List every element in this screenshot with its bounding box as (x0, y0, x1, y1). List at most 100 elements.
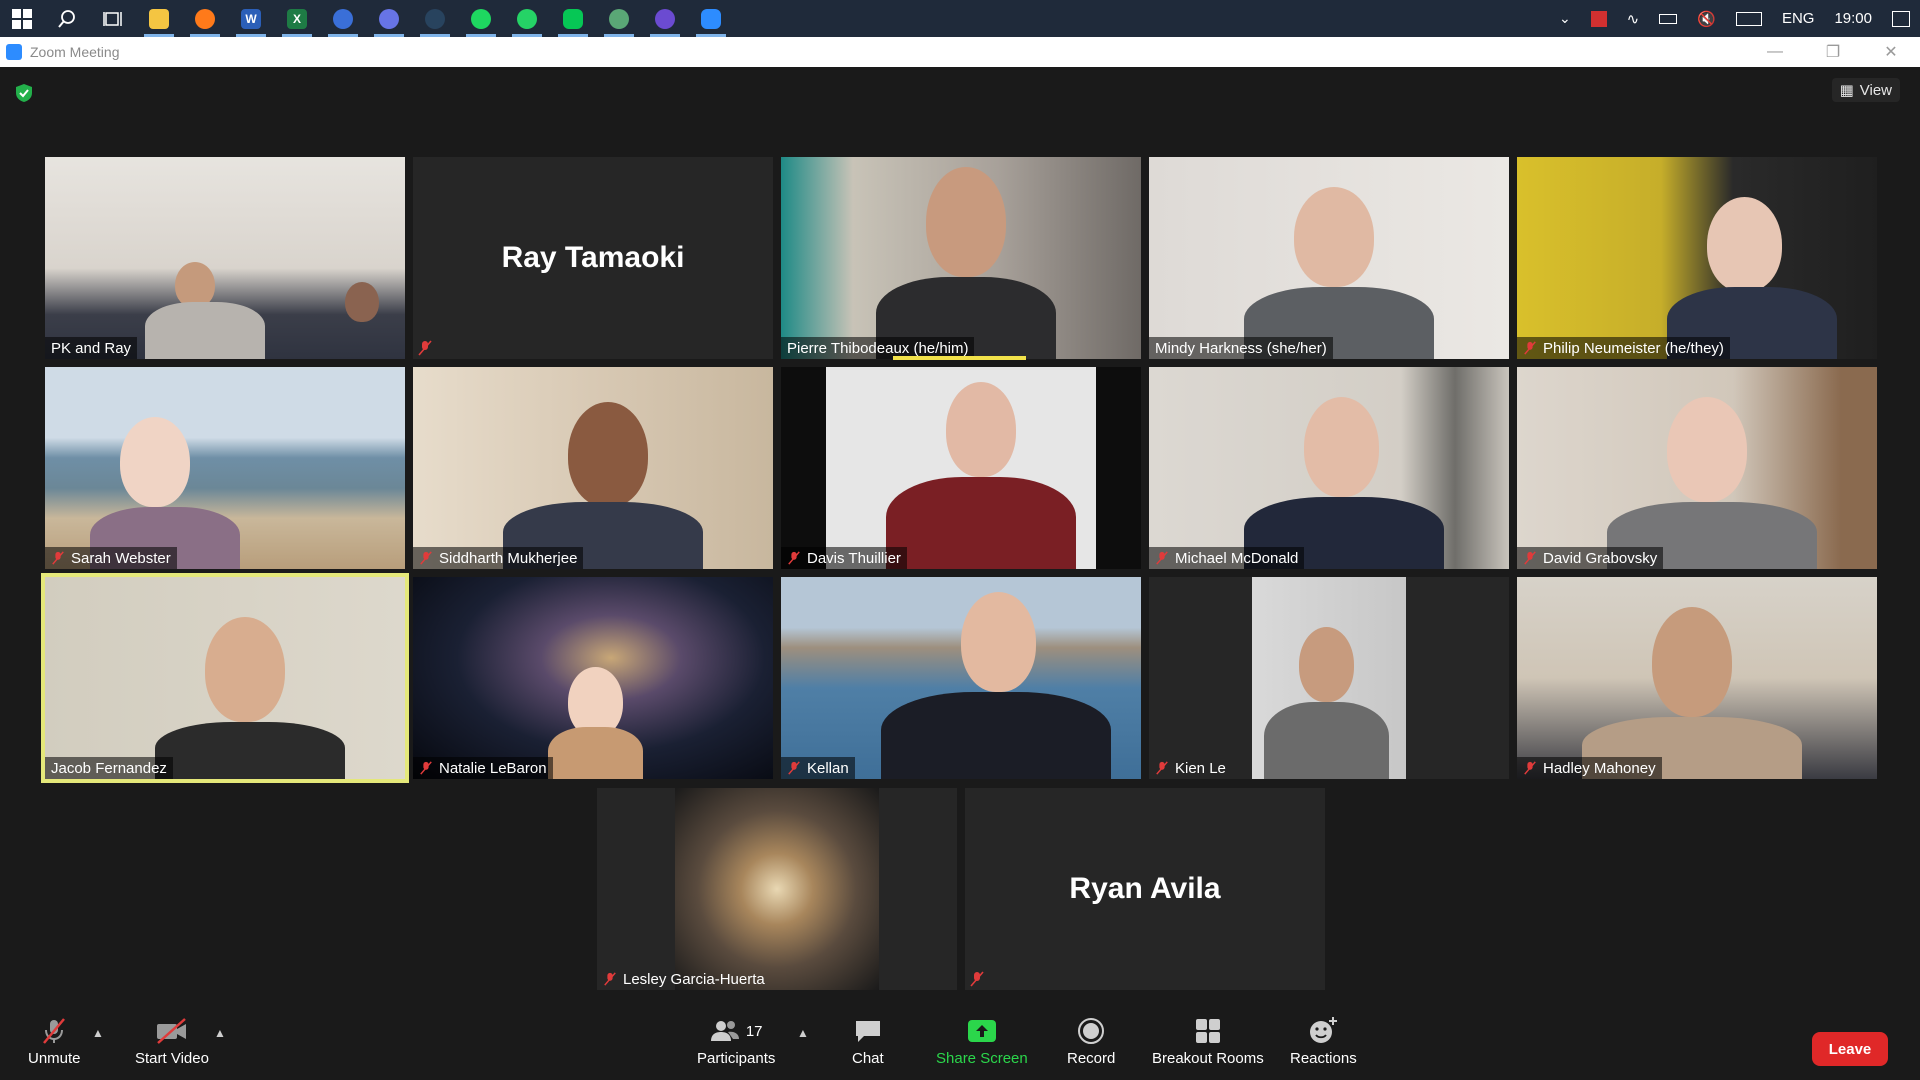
muted-mic-icon (1524, 761, 1536, 775)
muted-mic-icon (52, 551, 64, 565)
video-tile[interactable]: Michael McDonald (1149, 367, 1509, 569)
chat-bubble-icon (855, 1021, 880, 1042)
video-tile[interactable]: Ray Tamaoki (413, 157, 773, 359)
clock[interactable]: 19:00 (1834, 10, 1872, 27)
taskbar-line[interactable] (550, 0, 596, 37)
video-tile[interactable]: Sarah Webster (45, 367, 405, 569)
unmute-button[interactable]: Unmute (28, 1016, 81, 1067)
grid-view-icon: ▦ (1839, 82, 1854, 99)
audio-options-caret-icon[interactable]: ▲ (92, 1026, 104, 1040)
taskbar-1password[interactable] (320, 0, 366, 37)
line-icon (563, 8, 583, 29)
close-button[interactable]: ✕ (1862, 37, 1920, 67)
participant-name-large: Ryan Avila (1069, 872, 1221, 905)
muted-mic-icon (420, 761, 432, 775)
participant-name: Jacob Fernandez (45, 757, 173, 779)
keyboard-icon[interactable] (1735, 11, 1762, 26)
taskbar-excel[interactable]: X (274, 0, 320, 37)
security-alert-icon[interactable] (1590, 10, 1607, 27)
system-tray: ⌄ ∿ 🔇 ENG 19:00 (1549, 0, 1920, 37)
windows-logo-icon (12, 8, 32, 29)
zoom-icon (701, 8, 721, 29)
github-icon (655, 8, 675, 29)
video-tile[interactable]: David Grabovsky (1517, 367, 1877, 569)
muted-mic-icon (788, 551, 800, 565)
participant-name: Michael McDonald (1149, 547, 1305, 569)
video-tile[interactable]: Natalie LeBaron (413, 577, 773, 779)
video-tile[interactable]: Kien Le (1149, 577, 1509, 779)
start-button[interactable] (0, 0, 44, 37)
microphone-muted-icon (43, 1018, 66, 1044)
taskbar-task-view-button[interactable] (90, 0, 136, 37)
taskbar-file-explorer[interactable] (136, 0, 182, 37)
video-tile[interactable]: PK and Ray (45, 157, 405, 359)
taskbar-steam[interactable] (412, 0, 458, 37)
security-shield-icon[interactable] (14, 83, 34, 103)
video-tile[interactable]: Philip Neumeister (he/they) (1517, 157, 1877, 359)
taskbar-search-button[interactable] (44, 0, 90, 37)
spotify-icon (471, 8, 491, 29)
start-video-button[interactable]: Start Video (135, 1016, 209, 1067)
video-options-caret-icon[interactable]: ▲ (214, 1026, 226, 1040)
taskbar-discord[interactable] (366, 0, 412, 37)
firefox-icon (195, 8, 215, 29)
meeting-controls: Unmute ▲ Start Video ▲ 17 Participants ▲… (0, 1010, 1920, 1080)
muted-mic-icon (1156, 551, 1168, 565)
muted-mic-icon (418, 340, 432, 356)
video-tile[interactable]: Mindy Harkness (she/her) (1149, 157, 1509, 359)
window-title: Zoom Meeting (30, 44, 120, 60)
video-tile[interactable]: Ryan Avila (965, 788, 1325, 990)
video-tile[interactable]: Pierre Thibodeaux (he/him) (781, 157, 1141, 359)
volume-muted-icon[interactable]: 🔇 (1697, 10, 1716, 28)
zoom-app-icon (6, 44, 22, 60)
search-icon (58, 9, 75, 28)
muted-mic-icon (420, 551, 432, 565)
leave-button[interactable]: Leave (1812, 1032, 1888, 1066)
taskbar-whatsapp[interactable] (504, 0, 550, 37)
participant-count: 17 (745, 1022, 763, 1040)
reactions-button[interactable]: Reactions (1290, 1016, 1357, 1067)
muted-mic-icon (1156, 761, 1168, 775)
record-button[interactable]: Record (1067, 1016, 1115, 1067)
taskbar-github[interactable] (642, 0, 688, 37)
language-indicator[interactable]: ENG (1782, 10, 1815, 27)
participants-options-caret-icon[interactable]: ▲ (797, 1026, 809, 1040)
video-tile[interactable]: Davis Thuillier (781, 367, 1141, 569)
chevron-up-icon[interactable]: ⌄ (1559, 10, 1571, 27)
chat-button[interactable]: Chat (852, 1016, 884, 1067)
taskbar-chatgpt[interactable] (596, 0, 642, 37)
talking-indicator (893, 356, 1026, 360)
muted-mic-icon (788, 761, 800, 775)
taskbar-zoom[interactable] (688, 0, 734, 37)
window-titlebar: Zoom Meeting — ❐ ✕ (0, 37, 1920, 67)
onepassword-icon (333, 8, 353, 29)
video-tile[interactable]: Hadley Mahoney (1517, 577, 1877, 779)
notifications-icon[interactable] (1892, 10, 1910, 27)
wifi-icon[interactable]: ∿ (1627, 10, 1640, 28)
participant-name: Kien Le (1149, 757, 1232, 779)
taskbar-spotify[interactable] (458, 0, 504, 37)
breakout-rooms-button[interactable]: Breakout Rooms (1152, 1016, 1264, 1067)
video-tile-active-speaker[interactable]: Jacob Fernandez (41, 573, 409, 783)
taskbar-firefox[interactable] (182, 0, 228, 37)
participant-name: Sarah Webster (45, 547, 177, 569)
participants-icon (710, 1021, 739, 1041)
chatgpt-icon (609, 8, 629, 29)
taskbar-word[interactable]: W (228, 0, 274, 37)
restore-button[interactable]: ❐ (1804, 37, 1862, 67)
windows-taskbar: W X ⌄ ∿ 🔇 ENG 19:00 (0, 0, 1920, 37)
video-tile[interactable]: Kellan (781, 577, 1141, 779)
battery-icon[interactable] (1659, 13, 1678, 24)
record-icon (1078, 1018, 1105, 1044)
share-screen-button[interactable]: Share Screen (936, 1016, 1028, 1067)
participant-name: Hadley Mahoney (1517, 757, 1662, 779)
folder-icon (149, 8, 169, 29)
video-tile[interactable]: Siddharth Mukherjee (413, 367, 773, 569)
view-button[interactable]: ▦ View (1831, 78, 1900, 102)
participants-button[interactable]: 17 Participants (697, 1016, 775, 1067)
word-icon: W (241, 8, 261, 29)
participant-name: Mindy Harkness (she/her) (1149, 337, 1333, 359)
video-tile[interactable]: Lesley Garcia-Huerta (597, 788, 957, 990)
minimize-button[interactable]: — (1746, 37, 1804, 67)
participant-name: Davis Thuillier (781, 547, 907, 569)
